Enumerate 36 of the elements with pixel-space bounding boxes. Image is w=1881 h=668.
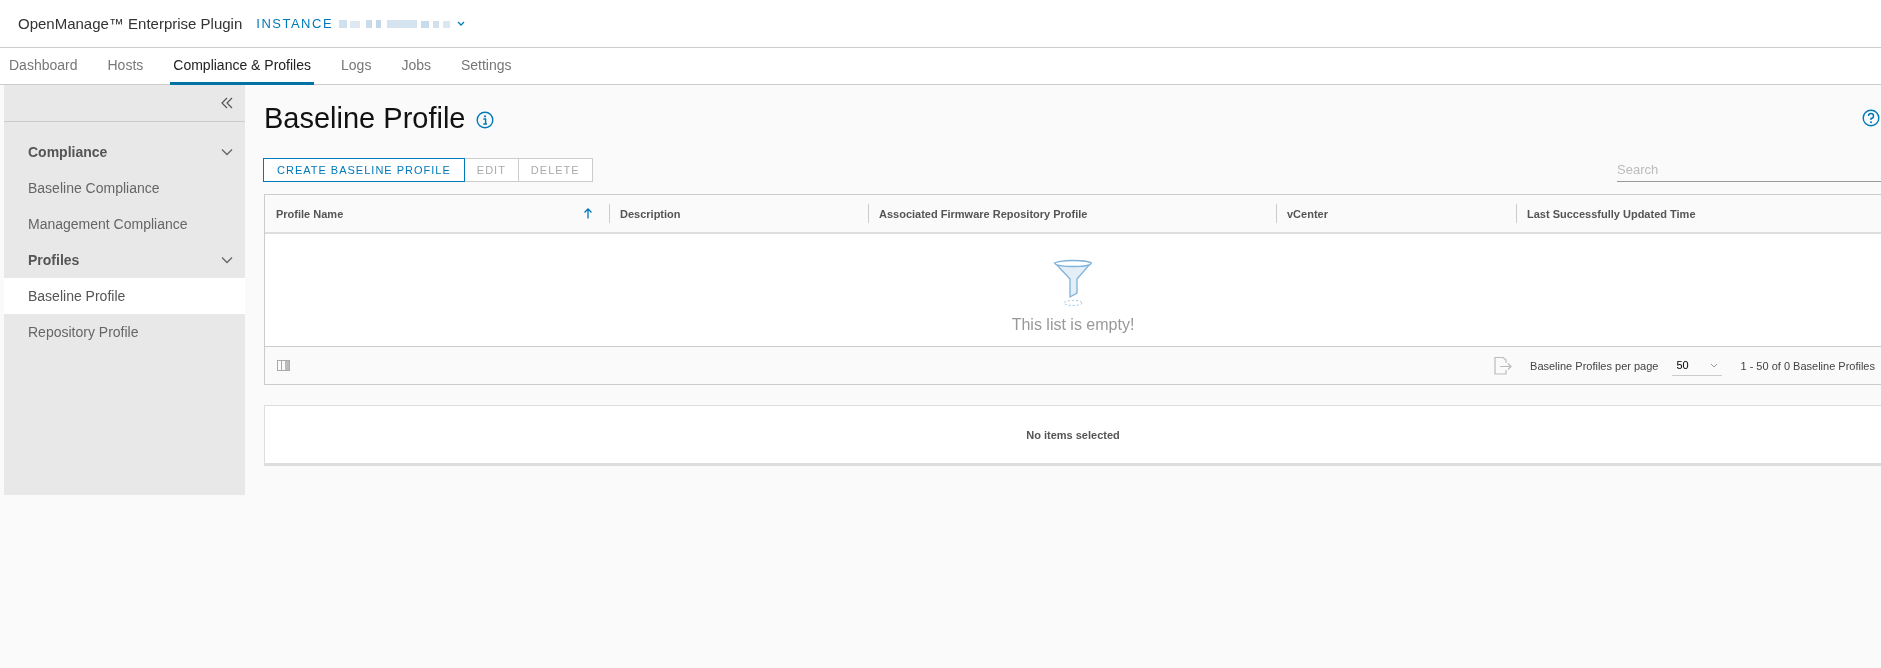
action-button[interactable]: CREATE BASELINE PROFILE bbox=[263, 158, 465, 182]
sidebar-item[interactable]: Baseline Profile bbox=[4, 278, 245, 314]
chevron-icon[interactable] bbox=[221, 254, 233, 266]
column-toggle-icon[interactable] bbox=[277, 360, 290, 371]
column-header[interactable]: vCenter bbox=[1276, 195, 1516, 232]
sidebar-item[interactable]: Repository Profile bbox=[4, 314, 245, 350]
detail-message: No items selected bbox=[1026, 428, 1120, 441]
collapse-icon[interactable] bbox=[221, 97, 233, 109]
sidebar-group[interactable]: Profiles bbox=[4, 242, 245, 278]
nav-tab[interactable]: Logs bbox=[338, 48, 375, 85]
caret-icon[interactable] bbox=[457, 20, 466, 27]
empty-message: This list is empty! bbox=[1011, 316, 1135, 334]
nav-tab[interactable]: Dashboard bbox=[6, 48, 81, 85]
sidebar-item[interactable]: Management Compliance bbox=[4, 206, 245, 242]
column-header[interactable]: Last Successfully Updated Time bbox=[1516, 195, 1881, 232]
sidebar-item[interactable]: Baseline Compliance bbox=[4, 170, 245, 206]
column-header[interactable]: Associated Firmware Repository Profile bbox=[868, 195, 1276, 232]
sidebar-group[interactable]: Compliance bbox=[4, 134, 245, 170]
app-title: OpenManage™ Enterprise Plugin bbox=[18, 15, 243, 32]
column-header[interactable]: Profile Name bbox=[265, 195, 609, 232]
pagination-range: 1 - 50 of 0 Baseline Profiles bbox=[1740, 359, 1875, 372]
caret-icon[interactable] bbox=[1710, 362, 1719, 368]
nav-tab[interactable]: Settings bbox=[457, 48, 515, 85]
help-icon[interactable] bbox=[1862, 109, 1880, 127]
page-title: Baseline Profile bbox=[264, 101, 466, 135]
page-size-select[interactable]: 50 bbox=[1672, 355, 1723, 376]
info-icon[interactable] bbox=[475, 111, 494, 129]
instance-label: INSTANCE bbox=[256, 16, 334, 31]
sort-up-icon[interactable] bbox=[583, 208, 593, 219]
search-field[interactable]: Search bbox=[1617, 158, 1881, 182]
nav-tab[interactable]: Hosts bbox=[104, 48, 147, 85]
chevron-icon[interactable] bbox=[221, 146, 233, 158]
page-size-label: Baseline Profiles per page bbox=[1530, 359, 1659, 372]
nav-tab[interactable]: Jobs bbox=[398, 48, 434, 85]
column-header[interactable]: Description bbox=[609, 195, 868, 232]
funnel-icon bbox=[1053, 259, 1093, 307]
